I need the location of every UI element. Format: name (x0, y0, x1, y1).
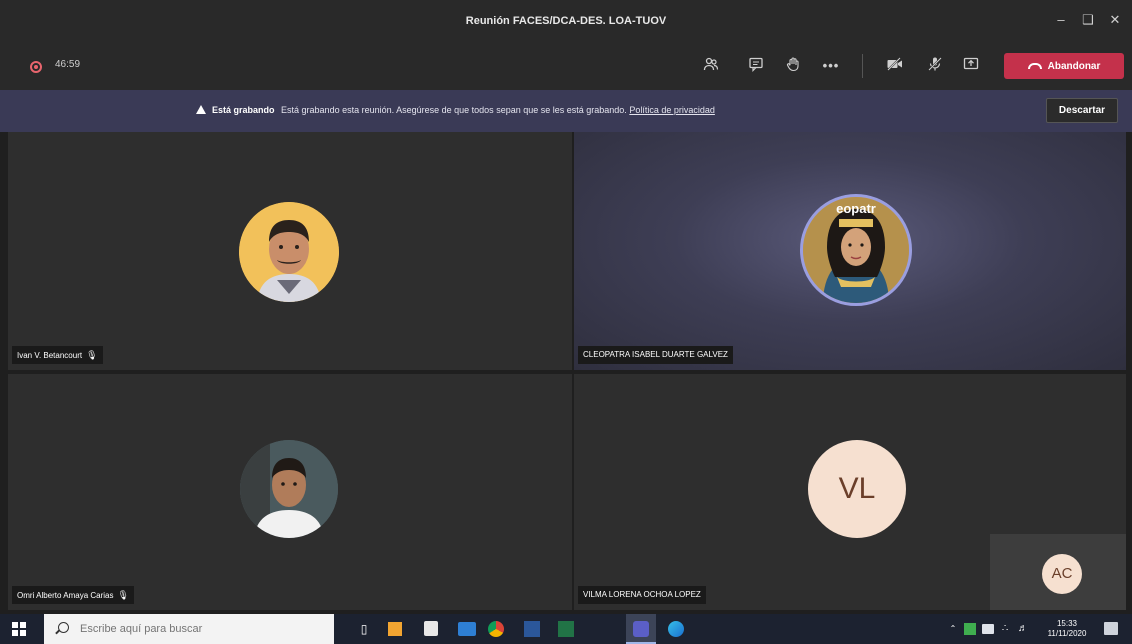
participant-name: Omri Alberto Amaya Carias (17, 591, 114, 600)
store-icon[interactable] (424, 621, 438, 636)
recording-banner: Está grabando Está grabando esta reunión… (0, 90, 1132, 132)
notifications-icon[interactable] (1104, 622, 1118, 635)
clock-time: 15:33 (1056, 619, 1078, 628)
recording-indicator-icon (30, 61, 42, 73)
mail-icon[interactable] (458, 622, 476, 636)
file-explorer-icon[interactable] (388, 622, 402, 636)
task-view-icon[interactable]: ▯ (356, 622, 372, 636)
windows-start-icon[interactable] (12, 622, 26, 636)
participant-name-tag: CLEOPATRA ISABEL DUARTE GALVEZ (578, 346, 733, 364)
taskbar-search[interactable] (44, 614, 334, 644)
leave-label: Abandonar (1047, 60, 1101, 72)
participant-name-tag: Ivan V. Betancourt 🎙 (12, 346, 103, 364)
windows-taskbar: ▯ ⌃ ∴ ♬ 15:33 11/11/2020 (0, 614, 1132, 644)
volume-icon[interactable]: ♬ (1016, 624, 1030, 634)
clock-date: 11/11/2020 (1047, 629, 1087, 638)
hang-up-icon (1027, 63, 1042, 69)
participant-name: Ivan V. Betancourt (17, 351, 83, 360)
mic-muted-icon: 🎙 (86, 350, 98, 360)
teams-taskbar-item[interactable] (626, 614, 656, 644)
self-view-tile[interactable]: AC (990, 534, 1126, 610)
participant-tile-2[interactable]: eopatr CLEOPATRA ISABEL DUARTE GALVEZ (574, 132, 1126, 370)
teams-icon (633, 621, 649, 637)
privacy-policy-link[interactable]: Política de privacidad (629, 105, 715, 115)
participant-name-tag: VILMA LORENA OCHOA LOPEZ (578, 586, 706, 604)
tray-chevron-icon[interactable]: ⌃ (948, 624, 958, 634)
maximize-icon[interactable]: ❑ (1077, 10, 1099, 30)
share-screen-icon[interactable] (960, 56, 982, 76)
excel-icon[interactable] (558, 621, 574, 637)
window-title: Reunión FACES/DCA-DES. LOA-TUOV (465, 15, 667, 27)
recording-message: Está grabando Está grabando esta reunión… (196, 105, 715, 115)
dismiss-button[interactable]: Descartar (1046, 98, 1118, 123)
minimize-icon[interactable]: – (1050, 10, 1072, 30)
search-icon (58, 622, 69, 633)
participant-tile-1[interactable]: Ivan V. Betancourt 🎙 (8, 132, 572, 370)
word-icon[interactable] (524, 621, 540, 637)
teams-meeting-window: Reunión FACES/DCA-DES. LOA-TUOV – ❑ ✕ 46… (0, 0, 1132, 644)
tray-app-icon[interactable] (964, 623, 976, 635)
battery-icon[interactable] (982, 624, 994, 634)
participant-initials-avatar: VL (808, 440, 906, 538)
recording-description: Está grabando esta reunión. Asegúrese de… (281, 105, 627, 115)
toolbar-divider (862, 54, 863, 78)
chat-icon[interactable] (745, 56, 767, 76)
mic-off-icon[interactable] (924, 56, 946, 76)
participant-name: CLEOPATRA ISABEL DUARTE GALVEZ (583, 350, 728, 359)
warning-icon (196, 105, 206, 114)
participant-avatar (239, 202, 339, 302)
avatar-watermark-text: eopatr (836, 201, 876, 216)
network-icon[interactable]: ∴ (998, 624, 1012, 634)
participant-name: VILMA LORENA OCHOA LOPEZ (583, 590, 701, 599)
more-options-icon[interactable]: ••• (820, 56, 842, 76)
meeting-timer: 46:59 (55, 59, 81, 70)
participant-tile-3[interactable]: Omri Alberto Amaya Carias 🎙 (8, 374, 572, 610)
meeting-toolbar: 46:59 ••• Abandonar (0, 42, 1132, 90)
clock[interactable]: 15:33 11/11/2020 (1040, 619, 1094, 639)
raise-hand-icon[interactable] (782, 56, 804, 76)
participant-avatar: eopatr (800, 194, 912, 306)
edge-icon[interactable] (668, 621, 684, 637)
participant-avatar (240, 440, 338, 538)
search-input[interactable] (80, 620, 320, 638)
self-initials-avatar: AC (1042, 554, 1082, 594)
leave-meeting-button[interactable]: Abandonar (1004, 53, 1124, 79)
participant-name-tag: Omri Alberto Amaya Carias 🎙 (12, 586, 134, 604)
chrome-icon[interactable] (488, 621, 504, 637)
mic-muted-icon: 🎙 (117, 590, 129, 600)
title-bar: Reunión FACES/DCA-DES. LOA-TUOV – ❑ ✕ (0, 0, 1132, 42)
recording-title: Está grabando (212, 105, 275, 115)
camera-off-icon[interactable] (884, 56, 906, 76)
close-icon[interactable]: ✕ (1104, 10, 1126, 30)
participants-icon[interactable] (700, 56, 722, 76)
